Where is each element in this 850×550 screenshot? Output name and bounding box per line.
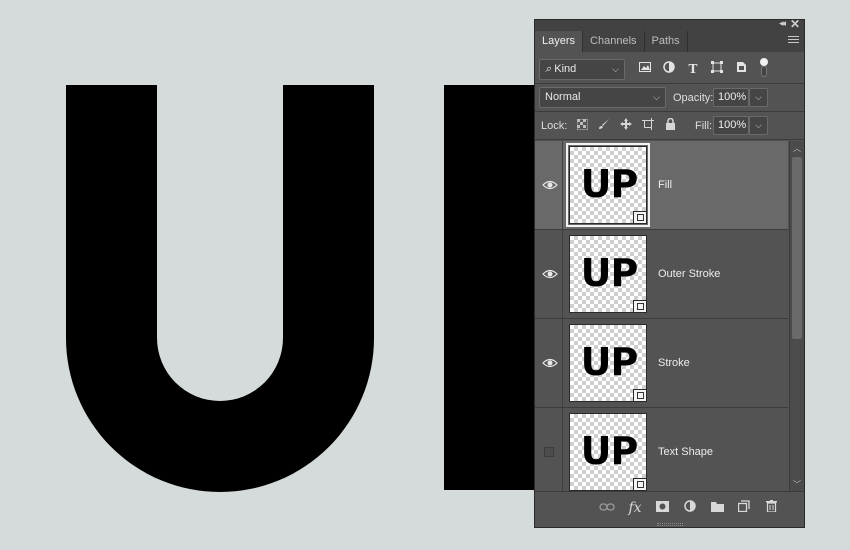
chevron-down-icon: ⌵ [653,92,660,102]
link-icon[interactable] [597,500,617,516]
lock-icons [571,117,681,135]
new-layer-icon[interactable] [734,500,754,516]
opacity-value: 100% [718,91,747,103]
lock-label: Lock: [541,120,568,132]
kind-filter-dropdown[interactable]: ⌕ Kind ⌵ [539,59,625,80]
trash-icon[interactable] [761,500,781,516]
layer-name[interactable]: Outer Stroke [658,268,720,280]
filter-toggle-switch[interactable] [760,58,768,80]
layer-thumbnail[interactable]: UP [569,413,647,491]
eye-icon[interactable] [542,178,558,192]
lock-artboard-icon[interactable] [637,117,659,135]
mask-icon[interactable] [652,500,672,516]
close-panel-icon[interactable]: ✕ [790,17,800,31]
shape-layer-badge-icon [633,300,647,313]
panel-menu-icon[interactable] [788,36,799,45]
folder-icon[interactable] [707,500,727,516]
letter-u-shape [66,85,374,492]
visibility-toggle-empty[interactable] [544,447,554,457]
blend-mode-dropdown[interactable]: Normal ⌵ [539,87,666,108]
opacity-dropdown-icon[interactable]: ⌵ [749,88,768,107]
scroll-down-icon[interactable]: ﹀ [793,479,801,490]
letter-p-shape [444,85,536,490]
layer-thumbnail[interactable]: UP [569,235,647,313]
lock-image-icon[interactable] [593,117,615,135]
adjustment-layer-icon[interactable] [680,500,700,516]
layer-thumbnail[interactable]: UP [566,143,650,227]
shape-layer-badge-icon [633,211,647,224]
layer-thumbnail[interactable]: UP [569,324,647,402]
fx-icon[interactable]: fx [625,500,645,516]
layer-row-outer-stroke[interactable]: UP Outer Stroke [535,230,788,319]
scroll-up-icon[interactable]: ︿ [793,143,801,154]
kind-label: Kind [554,63,577,75]
blend-row: Normal ⌵ Opacity: 100% ⌵ [535,84,804,112]
collapse-panel-icon[interactable]: ◂◂ [779,18,786,29]
panel-tabs: Layers Channels Paths [535,31,804,52]
layer-row-text-shape[interactable]: UP Text Shape [535,408,788,492]
opacity-field[interactable]: 100% ⌵ [713,88,768,107]
tab-channels[interactable]: Channels [583,31,645,52]
thumbnail-text: UP [580,162,639,206]
resize-grip[interactable] [657,523,683,526]
shape-layer-badge-icon [633,478,647,491]
layers-panel: ◂◂ ✕ Layers Channels Paths ⌕ Kind ⌵ T No… [534,17,805,528]
image-filter-icon[interactable] [633,60,657,78]
opacity-label: Opacity: [673,92,714,104]
layers-list: UP Fill UP Outer Stroke UP Stroke UP Tex… [535,141,788,492]
chevron-down-icon: ⌵ [612,64,619,74]
filter-row: ⌕ Kind ⌵ T [535,56,804,84]
eye-icon[interactable] [542,267,558,281]
scrollbar-thumb[interactable] [792,157,802,339]
panel-titlebar: ◂◂ ✕ [535,17,804,31]
type-filter-icon[interactable]: T [681,60,705,78]
fill-value: 100% [718,119,747,131]
search-icon: ⌕ [545,63,552,75]
eye-icon[interactable] [542,356,558,370]
layer-row-fill[interactable]: UP Fill [535,141,788,230]
tab-layers[interactable]: Layers [535,31,584,52]
smart-object-filter-icon[interactable] [729,60,753,78]
shape-filter-icon[interactable] [705,60,729,78]
adjustment-filter-icon[interactable] [657,60,681,78]
layer-name[interactable]: Fill [658,179,672,191]
fill-label: Fill: [695,120,713,132]
layers-footer-toolbar: fx [535,491,804,527]
layer-name[interactable]: Text Shape [658,446,713,458]
thumbnail-text: UP [580,429,639,473]
tab-paths[interactable]: Paths [645,31,688,52]
layer-name[interactable]: Stroke [658,357,690,369]
filter-icons: T [633,60,753,78]
fill-field[interactable]: 100% ⌵ [713,116,768,135]
shape-layer-badge-icon [633,389,647,402]
layer-row-stroke[interactable]: UP Stroke [535,319,788,408]
thumbnail-text: UP [580,251,639,295]
blend-mode-value: Normal [545,91,581,103]
thumbnail-text: UP [580,340,639,384]
lock-row: Lock: Fill: 100% ⌵ [535,112,804,140]
lock-position-icon[interactable] [615,117,637,135]
lock-transparent-icon[interactable] [571,117,593,135]
fill-dropdown-icon[interactable]: ⌵ [749,116,768,135]
layers-scrollbar[interactable]: ︿ ﹀ [789,141,804,492]
lock-all-icon[interactable] [659,117,681,135]
